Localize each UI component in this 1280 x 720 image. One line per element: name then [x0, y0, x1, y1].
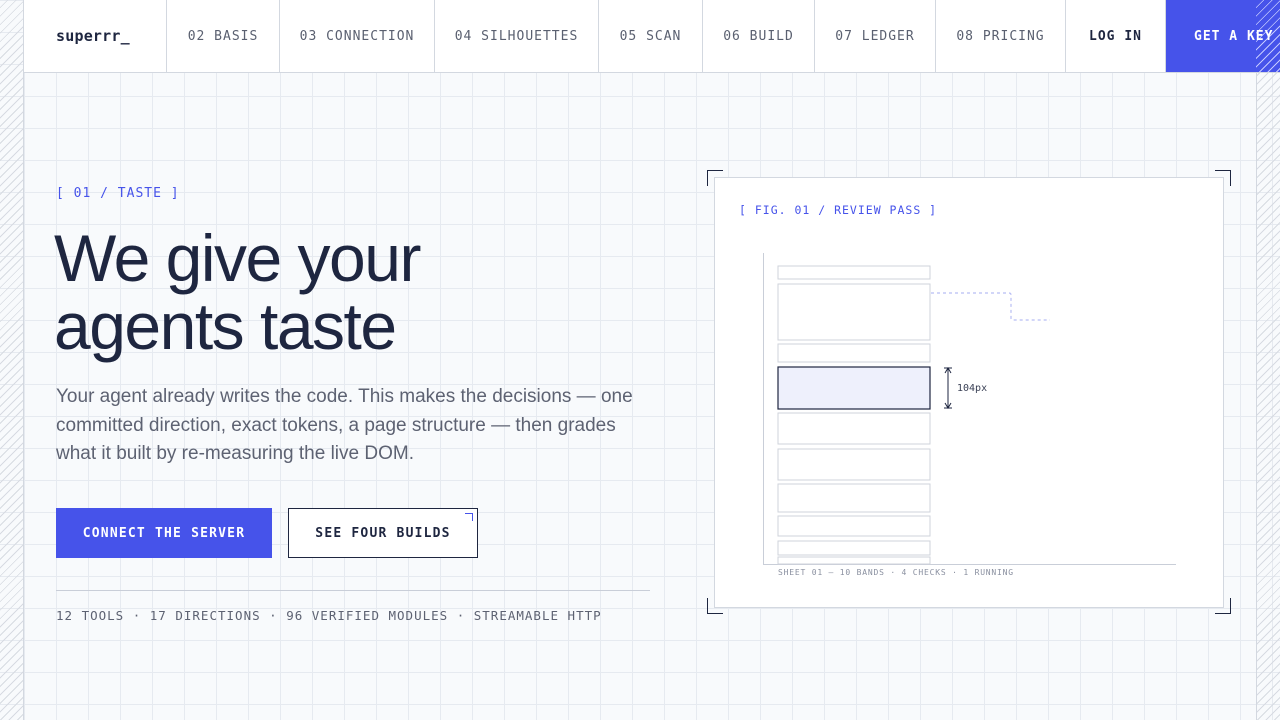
- nav-item-pricing[interactable]: 08 PRICING: [936, 0, 1066, 72]
- nav-item-basis[interactable]: 02 BASIS: [167, 0, 280, 72]
- page-headline: We give your agents taste: [54, 224, 614, 360]
- corner-mark-icon: [465, 513, 473, 521]
- see-builds-label: SEE FOUR BUILDS: [315, 525, 451, 541]
- right-hatch-margin: [1256, 0, 1280, 720]
- diagram-band: [777, 448, 931, 481]
- stats-line: 12 TOOLS · 17 DIRECTIONS · 96 VERIFIED M…: [56, 608, 602, 623]
- diagram-band: [777, 540, 931, 556]
- diagram-band: [777, 483, 931, 513]
- get-key-button[interactable]: GET A KEY: [1166, 0, 1280, 72]
- nav-item-ledger[interactable]: 07 LEDGER: [815, 0, 936, 72]
- connect-server-button[interactable]: CONNECT THE SERVER: [56, 508, 272, 558]
- diagram-band: [777, 412, 931, 445]
- left-hatch-margin: [0, 0, 24, 720]
- diagram-band-highlighted: [777, 366, 931, 410]
- get-key-label: GET A KEY: [1194, 28, 1274, 44]
- diagram-bands: [777, 265, 931, 565]
- headline-line-1: We give your: [54, 221, 421, 295]
- top-nav: superrr_ 02 BASIS 03 CONNECTION 04 SILHO…: [24, 0, 1280, 73]
- diagram-band: [777, 283, 931, 341]
- brand-logo[interactable]: superrr_: [24, 0, 167, 72]
- see-builds-button[interactable]: SEE FOUR BUILDS: [288, 508, 478, 558]
- diagram-band: [777, 343, 931, 363]
- connector-dashed-line: [931, 292, 1050, 321]
- login-link[interactable]: LOG IN: [1066, 0, 1166, 72]
- nav-item-silhouettes[interactable]: 04 SILHOUETTES: [435, 0, 599, 72]
- nav-item-scan[interactable]: 05 SCAN: [599, 0, 703, 72]
- hero-description: Your agent already writes the code. This…: [56, 386, 633, 464]
- diagram-band: [777, 265, 931, 280]
- page-structure-diagram: 104px SHEET 01 — 10 BANDS · 4 CHECKS · 1…: [763, 253, 1176, 577]
- nav-item-build[interactable]: 06 BUILD: [703, 0, 815, 72]
- nav-item-connection[interactable]: 03 CONNECTION: [280, 0, 435, 72]
- diagram-band: [777, 515, 931, 537]
- headline-line-2: agents taste: [54, 289, 397, 363]
- measurement-arrow: [944, 367, 952, 409]
- section-eyebrow: [ 01 / TASTE ]: [56, 186, 180, 201]
- measurement-label: 104px: [957, 383, 987, 394]
- diagram-band: [777, 556, 931, 565]
- diagram-caption: SHEET 01 — 10 BANDS · 4 CHECKS · 1 RUNNI…: [778, 568, 1014, 577]
- stats-divider: [56, 590, 650, 591]
